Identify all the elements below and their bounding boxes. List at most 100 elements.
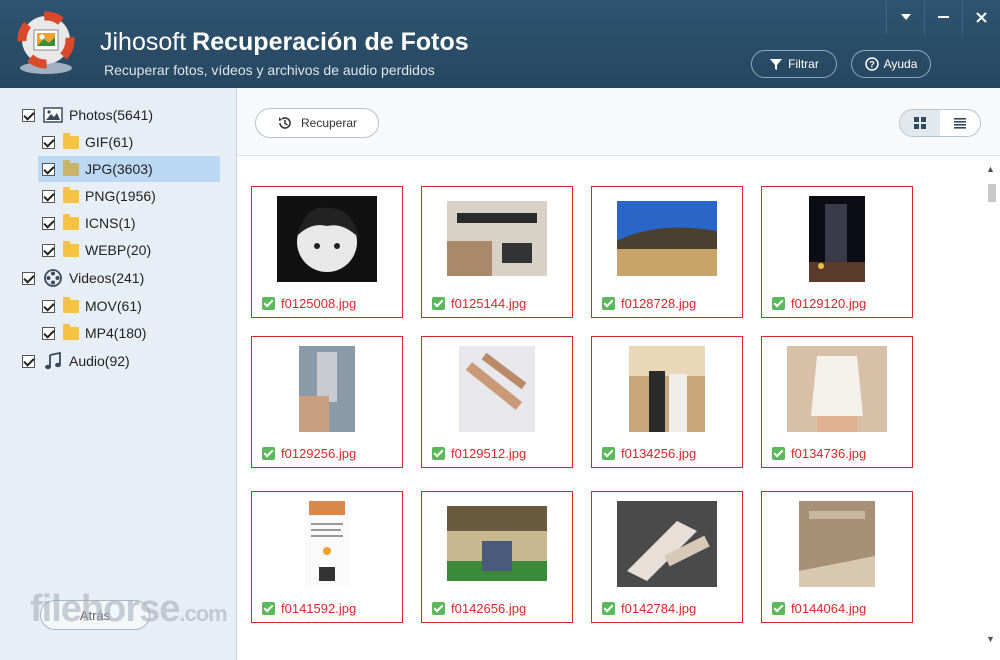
- checkbox[interactable]: [42, 135, 55, 149]
- file-footer: f0142656.jpg: [432, 601, 526, 616]
- file-checkbox[interactable]: [262, 297, 275, 310]
- file-card[interactable]: f0125008.jpg: [251, 186, 403, 318]
- file-card[interactable]: f0129120.jpg: [761, 186, 913, 318]
- recover-button[interactable]: Recuperar: [255, 108, 379, 138]
- file-checkbox[interactable]: [772, 447, 785, 460]
- tree-item-webp[interactable]: WEBP(20): [42, 237, 151, 263]
- filter-icon: [770, 59, 783, 70]
- category-sidebar: Photos(5641) GIF(61) JPG(3603) PNG(1956)…: [0, 88, 237, 660]
- scroll-thumb[interactable]: [988, 184, 996, 202]
- file-checkbox[interactable]: [772, 297, 785, 310]
- checkbox[interactable]: [42, 299, 55, 313]
- thumbnail: [617, 501, 717, 587]
- tree-item-jpg[interactable]: JPG(3603): [38, 156, 220, 182]
- tree-label: PNG(1956): [85, 188, 156, 204]
- tree-label: Photos(5641): [69, 107, 154, 123]
- folder-icon: [63, 323, 79, 340]
- svg-text:?: ?: [869, 60, 875, 70]
- file-checkbox[interactable]: [602, 602, 615, 615]
- list-view-button[interactable]: [940, 110, 980, 136]
- file-checkbox[interactable]: [432, 297, 445, 310]
- scroll-down-icon[interactable]: ▼: [986, 634, 995, 644]
- scroll-up-icon[interactable]: ▲: [986, 164, 995, 174]
- folder-icon: [63, 132, 79, 149]
- tree-label: MP4(180): [85, 325, 147, 341]
- thumbnail: [447, 506, 547, 581]
- file-card[interactable]: f0144064.jpg: [761, 491, 913, 623]
- file-card[interactable]: f0129512.jpg: [421, 336, 573, 468]
- grid-view-button[interactable]: [900, 110, 940, 136]
- dropdown-button[interactable]: [886, 0, 924, 34]
- file-name: f0129120.jpg: [791, 296, 867, 311]
- watermark: filehorse.com: [30, 588, 228, 631]
- file-name: f0142656.jpg: [451, 601, 527, 616]
- checkbox[interactable]: [42, 189, 55, 203]
- tree-item-gif[interactable]: GIF(61): [42, 129, 133, 155]
- file-name: f0144064.jpg: [791, 601, 867, 616]
- tree-label: Audio(92): [69, 353, 130, 369]
- tree-label: JPG(3603): [85, 161, 153, 177]
- tree-item-audio[interactable]: Audio(92): [22, 348, 130, 374]
- tree-item-png[interactable]: PNG(1956): [42, 183, 156, 209]
- file-card[interactable]: f0141592.jpg: [251, 491, 403, 623]
- thumbnail: [447, 201, 547, 276]
- watermark-text: filehorse: [30, 588, 180, 630]
- checkbox[interactable]: [42, 326, 55, 340]
- tree-item-mov[interactable]: MOV(61): [42, 293, 142, 319]
- help-button[interactable]: ? Ayuda: [851, 50, 931, 78]
- file-footer: f0129512.jpg: [432, 446, 526, 461]
- tree-item-photos[interactable]: Photos(5641): [22, 102, 153, 128]
- thumbnail: [299, 346, 355, 432]
- thumbnail: [459, 346, 535, 432]
- thumbnail: [617, 201, 717, 276]
- file-checkbox[interactable]: [262, 447, 275, 460]
- filter-label: Filtrar: [788, 57, 819, 71]
- file-checkbox[interactable]: [772, 602, 785, 615]
- thumbnail: [787, 346, 887, 432]
- file-checkbox[interactable]: [602, 297, 615, 310]
- file-card[interactable]: f0134256.jpg: [591, 336, 743, 468]
- vertical-scrollbar[interactable]: ▲ ▼: [982, 156, 1000, 660]
- file-card[interactable]: f0125144.jpg: [421, 186, 573, 318]
- file-checkbox[interactable]: [262, 602, 275, 615]
- file-name: f0129256.jpg: [281, 446, 357, 461]
- minimize-button[interactable]: [924, 0, 962, 34]
- file-checkbox[interactable]: [432, 602, 445, 615]
- app-header: Jihosoft Recuperación de Fotos Recuperar …: [0, 0, 1000, 88]
- file-card[interactable]: f0142784.jpg: [591, 491, 743, 623]
- checkbox[interactable]: [22, 108, 35, 122]
- checkbox[interactable]: [42, 216, 55, 230]
- toolbar: Recuperar: [237, 88, 1000, 156]
- file-card[interactable]: f0129256.jpg: [251, 336, 403, 468]
- checkbox[interactable]: [42, 162, 55, 176]
- tree-item-icns[interactable]: ICNS(1): [42, 210, 136, 236]
- checkbox[interactable]: [22, 271, 35, 285]
- file-footer: f0134256.jpg: [602, 446, 696, 461]
- close-button[interactable]: [962, 0, 1000, 34]
- file-footer: f0125144.jpg: [432, 296, 526, 311]
- tree-item-videos[interactable]: Videos(241): [22, 265, 144, 291]
- file-card[interactable]: f0142656.jpg: [421, 491, 573, 623]
- file-name: f0128728.jpg: [621, 296, 697, 311]
- tree-label: Videos(241): [69, 270, 145, 286]
- file-name: f0129512.jpg: [451, 446, 527, 461]
- tree-label: ICNS(1): [85, 215, 136, 231]
- view-toggle: [899, 109, 981, 137]
- file-card[interactable]: f0134736.jpg: [761, 336, 913, 468]
- file-name: f0141592.jpg: [281, 601, 357, 616]
- tree-item-mp4[interactable]: MP4(180): [42, 320, 146, 346]
- music-note-icon: [45, 352, 61, 370]
- checkbox[interactable]: [22, 354, 35, 368]
- tree-label: WEBP(20): [85, 242, 152, 258]
- file-checkbox[interactable]: [602, 447, 615, 460]
- checkbox[interactable]: [42, 243, 55, 257]
- thumbnail: [277, 196, 377, 282]
- image-icon: [43, 107, 63, 123]
- minimize-icon: [938, 16, 949, 18]
- file-checkbox[interactable]: [432, 447, 445, 460]
- help-icon: ?: [864, 57, 879, 71]
- chevron-down-icon: [900, 14, 911, 20]
- file-footer: f0141592.jpg: [262, 601, 356, 616]
- file-card[interactable]: f0128728.jpg: [591, 186, 743, 318]
- filter-button[interactable]: Filtrar: [751, 50, 837, 78]
